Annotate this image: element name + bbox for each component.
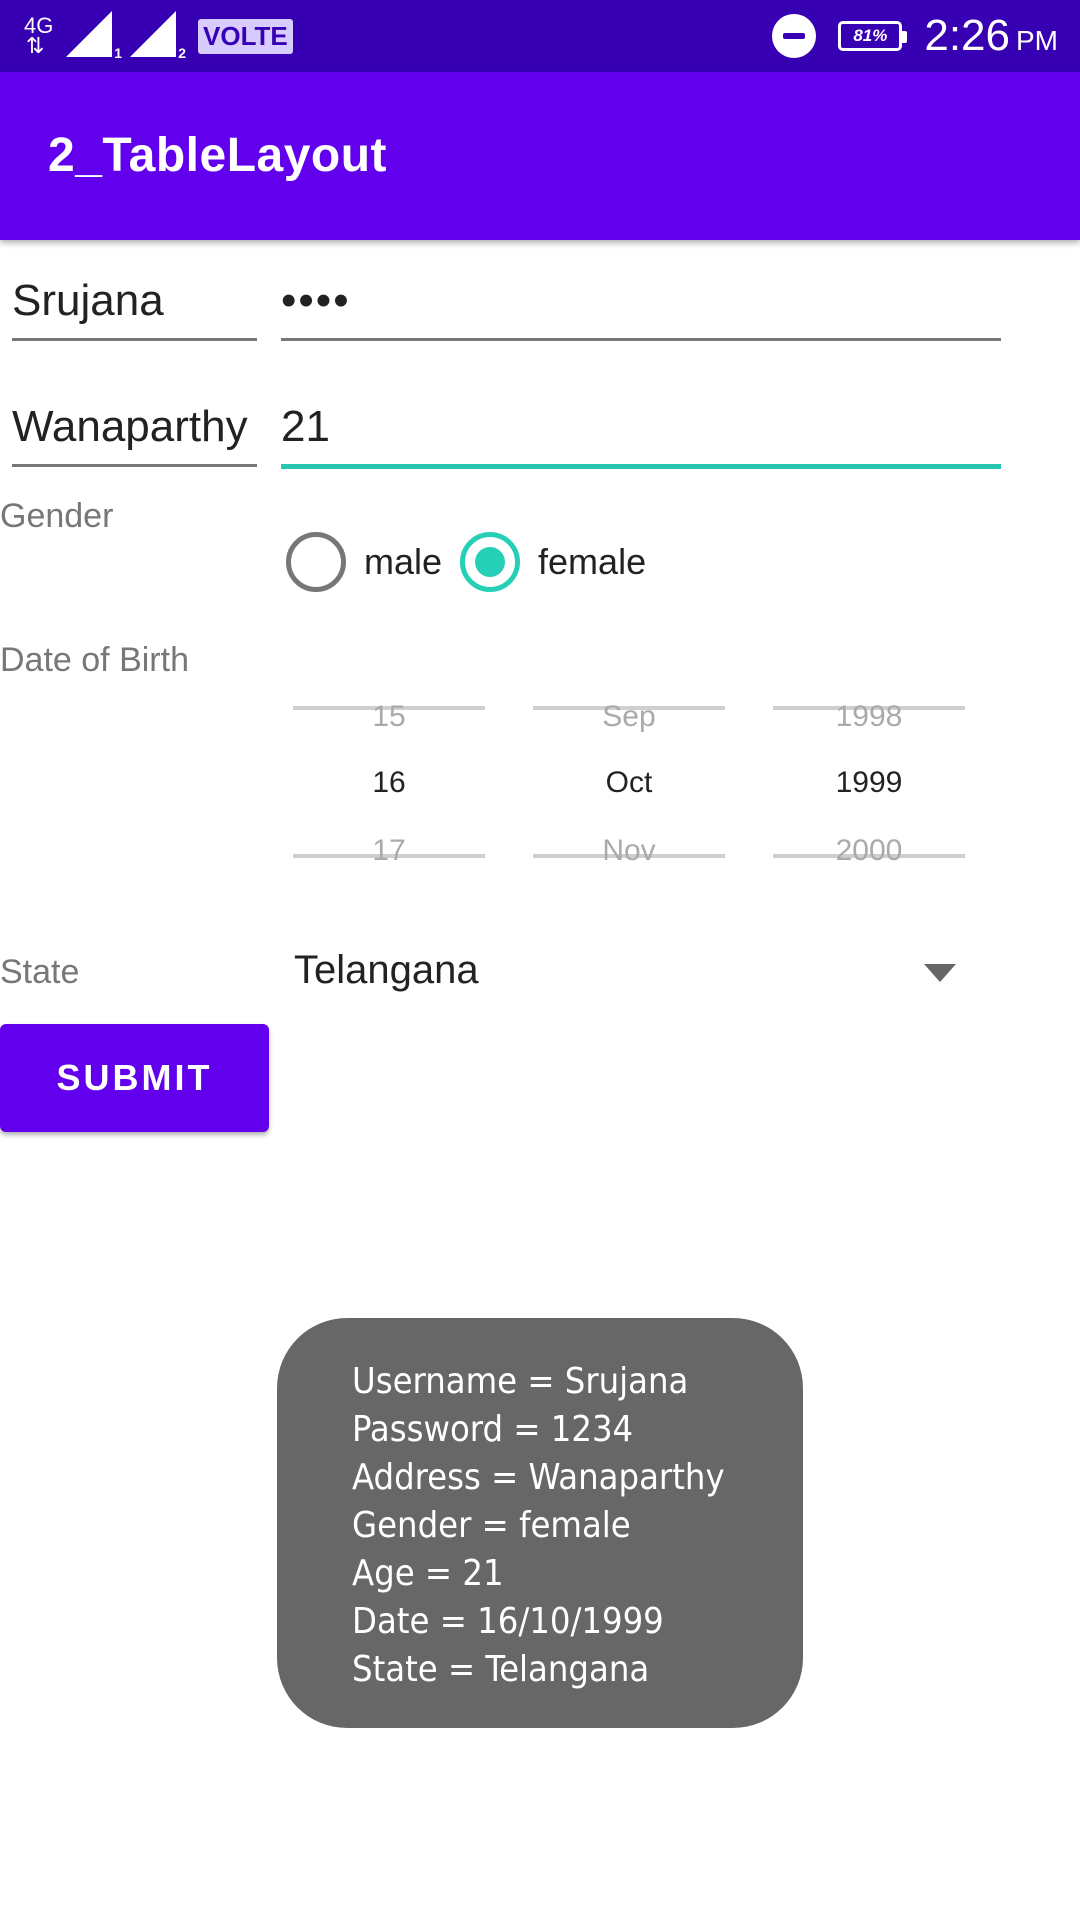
sim1-label: 1 — [114, 45, 122, 61]
year-current[interactable]: 1999 — [773, 766, 965, 800]
toast-line: Date = 16/10/1999 — [352, 1601, 664, 1642]
day-picker[interactable]: 15 16 17 — [293, 690, 485, 870]
status-left: 4G ⇅ 1 2 VOLTE — [22, 10, 293, 62]
signal-icon: 2 — [130, 11, 186, 61]
username-field[interactable]: Srujana — [12, 276, 257, 341]
battery-level: 81% — [853, 26, 888, 45]
state-spinner[interactable]: Telangana — [294, 948, 479, 993]
toast-line: Gender = female — [352, 1505, 631, 1546]
network-4g-icon: 4G ⇅ — [22, 11, 58, 61]
signal-icon: 1 — [66, 11, 122, 61]
status-right: 81% 2:26 PM — [772, 8, 1058, 64]
gender-radio-group: male female — [286, 530, 664, 594]
dob-label: Date of Birth — [0, 641, 189, 679]
radio-female-label: female — [538, 541, 647, 582]
radio-checked-icon[interactable] — [460, 532, 521, 592]
radio-male[interactable]: male — [286, 532, 442, 592]
month-current[interactable]: Oct — [533, 766, 725, 800]
toast-line: Password = 1234 — [352, 1409, 634, 1450]
status-bar: 4G ⇅ 1 2 VOLTE 81% 2:26 PM — [0, 0, 1080, 72]
volte-icon: VOLTE — [198, 18, 293, 54]
app-bar: 2_TableLayout — [0, 72, 1080, 240]
password-field[interactable]: •••• — [281, 276, 1001, 341]
clock-time: 2:26 — [924, 11, 1010, 60]
year-next[interactable]: 2000 — [773, 834, 965, 868]
month-next[interactable]: Nov — [533, 834, 725, 868]
clock-ampm: PM — [1016, 25, 1058, 56]
dropdown-arrow-icon[interactable] — [924, 964, 956, 982]
radio-male-label: male — [364, 541, 443, 582]
toast-line: Username = Srujana — [352, 1361, 689, 1402]
toast-line: State = Telangana — [352, 1649, 650, 1690]
battery-icon: 81% — [838, 21, 908, 51]
submit-button[interactable]: SUBMIT — [0, 1024, 269, 1132]
day-next[interactable]: 17 — [293, 834, 485, 868]
clock: 2:26 PM — [924, 11, 1058, 61]
month-picker[interactable]: Sep Oct Nov — [533, 690, 725, 870]
day-current[interactable]: 16 — [293, 766, 485, 800]
age-field[interactable]: 21 — [281, 402, 1001, 469]
toast-line: Address = Wanaparthy — [352, 1457, 725, 1498]
sim2-label: 2 — [178, 45, 186, 61]
year-picker[interactable]: 1998 1999 2000 — [773, 690, 965, 870]
year-prev[interactable]: 1998 — [773, 700, 965, 734]
gender-label: Gender — [0, 497, 114, 535]
app-title: 2_TableLayout — [48, 129, 388, 182]
day-prev[interactable]: 15 — [293, 700, 485, 734]
toast-line: Age = 21 — [352, 1553, 504, 1594]
toast-message: Username = Srujana Password = 1234 Addre… — [277, 1318, 803, 1728]
month-prev[interactable]: Sep — [533, 700, 725, 734]
radio-female[interactable]: female — [460, 532, 646, 592]
data-arrows-icon: ⇅ — [26, 33, 45, 58]
address-field[interactable]: Wanaparthy — [12, 402, 257, 467]
state-label: State — [0, 953, 80, 991]
do-not-disturb-icon — [772, 14, 817, 58]
radio-unchecked-icon[interactable] — [286, 532, 346, 592]
